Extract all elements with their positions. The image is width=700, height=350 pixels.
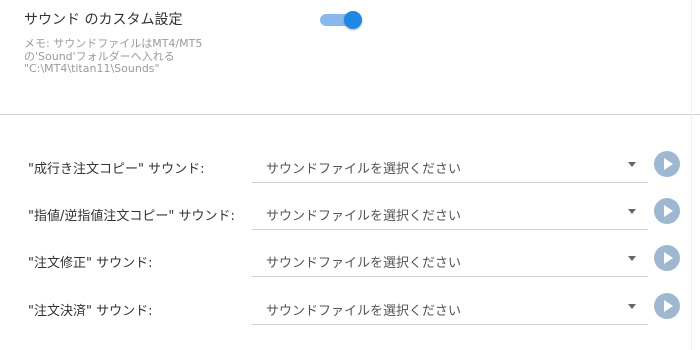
sound-file-select[interactable]: サウンドファイルを選択ください — [252, 292, 648, 325]
custom-sound-toggle[interactable] — [320, 11, 362, 29]
play-icon[interactable] — [654, 245, 680, 271]
sound-file-select-value: サウンドファイルを選択ください — [266, 256, 462, 271]
section-divider — [0, 114, 700, 115]
chevron-down-icon — [628, 162, 636, 167]
chevron-down-icon — [628, 209, 636, 214]
sound-row-order-close: "注文決済" サウンド: サウンドファイルを選択ください — [0, 292, 700, 332]
right-edge-divider — [691, 0, 692, 350]
sound-file-select-value: サウンドファイルを選択ください — [266, 304, 462, 319]
custom-sound-section: サウンド のカスタム設定 メモ: サウンドファイルはMT4/MT5 の'Soun… — [0, 0, 700, 116]
play-icon[interactable] — [654, 151, 680, 177]
custom-sound-title: サウンド のカスタム設定 — [24, 12, 183, 28]
chevron-down-icon — [628, 256, 636, 261]
toggle-knob — [344, 11, 362, 29]
sound-folder-memo: メモ: サウンドファイルはMT4/MT5 の'Sound'フォルダーへ入れる "… — [24, 37, 203, 75]
sound-row-order-modify: "注文修正" サウンド: サウンドファイルを選択ください — [0, 244, 700, 284]
sound-row-label: "指値/逆指値注文コピー" サウンド: — [28, 209, 235, 224]
sound-file-select[interactable]: サウンドファイルを選択ください — [252, 150, 648, 183]
sound-file-select[interactable]: サウンドファイルを選択ください — [252, 197, 648, 230]
sound-row-label: "注文修正" サウンド: — [28, 256, 153, 271]
sound-file-select[interactable]: サウンドファイルを選択ください — [252, 244, 648, 277]
sound-file-select-value: サウンドファイルを選択ください — [266, 162, 462, 177]
chevron-down-icon — [628, 304, 636, 309]
play-icon[interactable] — [654, 293, 680, 319]
sound-row-label: "注文決済" サウンド: — [28, 304, 153, 319]
sound-file-select-value: サウンドファイルを選択ください — [266, 209, 462, 224]
sound-row-market-order-copy: "成行き注文コピー" サウンド: サウンドファイルを選択ください — [0, 150, 700, 190]
sound-row-label: "成行き注文コピー" サウンド: — [28, 162, 205, 177]
play-icon[interactable] — [654, 198, 680, 224]
sound-row-limit-stop-order-copy: "指値/逆指値注文コピー" サウンド: サウンドファイルを選択ください — [0, 197, 700, 237]
